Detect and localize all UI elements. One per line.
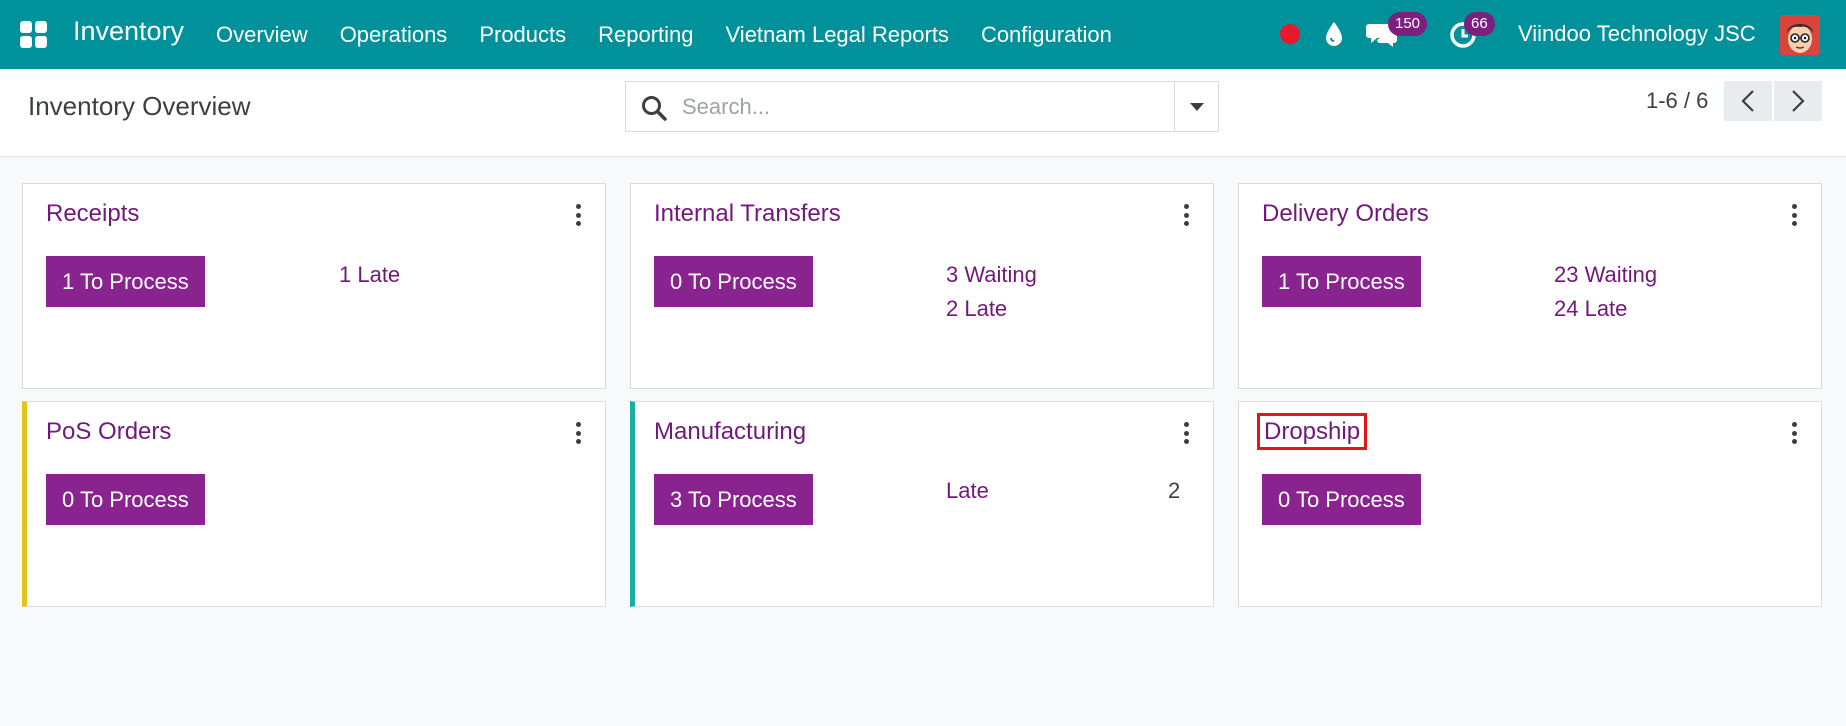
chevron-right-icon xyxy=(1792,90,1805,112)
card-manufacturing: Manufacturing 3 To Process Late 2 xyxy=(630,401,1214,607)
card-dropdown-icon[interactable] xyxy=(1789,204,1799,226)
record-icon[interactable] xyxy=(1280,24,1300,44)
search-input[interactable] xyxy=(682,90,1142,124)
card-receipts: Receipts 1 To Process 1 Late xyxy=(22,183,606,389)
apps-menu-icon[interactable] xyxy=(20,21,47,48)
control-panel: Inventory Overview 1-6 / 6 xyxy=(0,69,1846,157)
chevron-left-icon xyxy=(1741,90,1754,112)
late-link[interactable]: Late xyxy=(946,478,989,504)
card-dropdown-icon[interactable] xyxy=(1181,204,1191,226)
company-switcher[interactable]: Viindoo Technology JSC xyxy=(1518,21,1756,47)
activity-count-badge: 66 xyxy=(1464,12,1495,36)
user-avatar[interactable] xyxy=(1780,15,1820,55)
to-process-button[interactable]: 0 To Process xyxy=(654,256,813,307)
theme-drop-icon[interactable] xyxy=(1322,20,1346,48)
card-title[interactable]: Delivery Orders xyxy=(1262,200,1429,228)
search-options-toggle[interactable] xyxy=(1174,82,1218,131)
late-link[interactable]: 24 Late xyxy=(1554,296,1627,322)
card-title[interactable]: Manufacturing xyxy=(654,418,806,446)
menu-vietnam-legal-reports[interactable]: Vietnam Legal Reports xyxy=(710,0,965,69)
search-icon xyxy=(642,96,667,121)
card-title[interactable]: Dropship xyxy=(1256,413,1368,450)
late-link[interactable]: 2 Late xyxy=(946,296,1007,322)
menu-operations[interactable]: Operations xyxy=(324,0,464,69)
main-menu: Overview Operations Products Reporting V… xyxy=(200,0,1128,69)
to-process-button[interactable]: 0 To Process xyxy=(46,474,205,525)
caret-down-icon xyxy=(1189,102,1204,111)
card-dropdown-icon[interactable] xyxy=(1789,422,1799,444)
search-box xyxy=(625,81,1219,132)
page-title: Inventory Overview xyxy=(28,91,251,121)
card-dropdown-icon[interactable] xyxy=(573,422,583,444)
to-process-button[interactable]: 1 To Process xyxy=(1262,256,1421,307)
pager-previous-button[interactable] xyxy=(1724,81,1772,121)
top-navbar: Inventory Overview Operations Products R… xyxy=(0,0,1846,69)
pager-value[interactable]: 1-6 / 6 xyxy=(1646,88,1708,114)
late-link[interactable]: 1 Late xyxy=(339,262,400,288)
late-count[interactable]: 2 xyxy=(1168,478,1180,504)
menu-overview[interactable]: Overview xyxy=(200,0,324,69)
menu-products[interactable]: Products xyxy=(463,0,582,69)
card-dropdown-icon[interactable] xyxy=(573,204,583,226)
app-name[interactable]: Inventory xyxy=(73,16,184,47)
waiting-link[interactable]: 3 Waiting xyxy=(946,262,1037,288)
to-process-button[interactable]: 0 To Process xyxy=(1262,474,1421,525)
card-pos-orders: PoS Orders 0 To Process xyxy=(22,401,606,607)
card-title[interactable]: Receipts xyxy=(46,200,139,228)
to-process-button[interactable]: 1 To Process xyxy=(46,256,205,307)
pager-next-button[interactable] xyxy=(1774,81,1822,121)
card-title[interactable]: Internal Transfers xyxy=(654,200,841,228)
chat-count-badge: 150 xyxy=(1388,12,1428,36)
highlighted-title: Dropship xyxy=(1256,413,1368,450)
card-internal-transfers: Internal Transfers 0 To Process 3 Waitin… xyxy=(630,183,1214,389)
menu-configuration[interactable]: Configuration xyxy=(965,0,1128,69)
waiting-link[interactable]: 23 Waiting xyxy=(1554,262,1657,288)
to-process-button[interactable]: 3 To Process xyxy=(654,474,813,525)
card-dropship: Dropship 0 To Process xyxy=(1238,401,1822,607)
card-delivery-orders: Delivery Orders 1 To Process 23 Waiting … xyxy=(1238,183,1822,389)
menu-reporting[interactable]: Reporting xyxy=(582,0,709,69)
card-title[interactable]: PoS Orders xyxy=(46,418,171,446)
card-dropdown-icon[interactable] xyxy=(1181,422,1191,444)
